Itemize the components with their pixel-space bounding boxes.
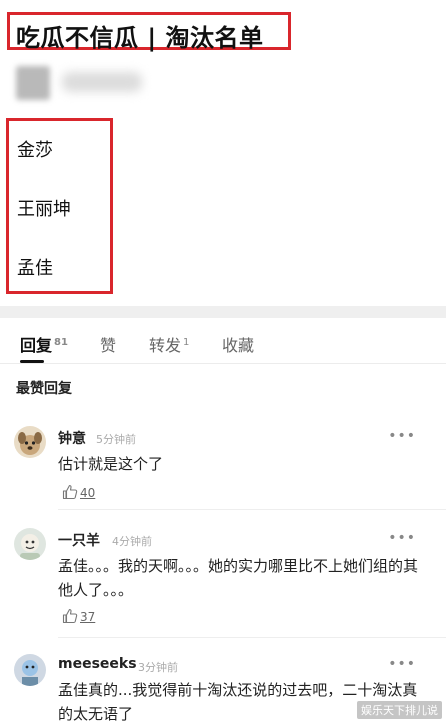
author-row[interactable] [16, 66, 146, 102]
cartoon-avatar-icon [14, 528, 46, 560]
section-title: 最赞回复 [16, 381, 72, 397]
tab-reposts[interactable]: 转发 1 [149, 332, 189, 356]
avatar[interactable] [14, 426, 46, 458]
comment-author[interactable]: meeseeks [58, 656, 137, 672]
more-options-icon[interactable]: ••• [388, 656, 416, 672]
author-avatar[interactable] [16, 66, 50, 100]
section-divider [0, 306, 446, 318]
tab-likes-label: 赞 [100, 336, 117, 355]
tab-favorites-label: 收藏 [222, 336, 255, 355]
comment-divider [58, 509, 446, 510]
dog-avatar-icon [14, 426, 46, 458]
avatar[interactable] [14, 654, 46, 686]
comment-text: 孟佳。。。我的天啊。。。她的实力哪里比不上她们组的其他人了。。。 [58, 557, 419, 599]
comment-item: 一只羊 4分钟前 ••• 孟佳。。。我的天啊。。。她的实力哪里比不上她们组的其他… [0, 522, 446, 638]
comment-text: 估计就是这个了 [58, 455, 164, 473]
tab-reposts-label: 转发 [149, 336, 182, 355]
comment-divider [58, 637, 446, 638]
comment-time: 4分钟前 [112, 535, 152, 548]
more-options-icon[interactable]: ••• [388, 428, 416, 444]
comment-time: 3分钟前 [138, 661, 178, 674]
tab-replies[interactable]: 回复 81 [20, 332, 68, 356]
comment-author[interactable]: 一只羊 [58, 530, 100, 550]
active-tab-indicator [20, 360, 44, 363]
character-avatar-icon [14, 654, 46, 686]
thumbs-up-icon [62, 608, 78, 624]
comment-author[interactable]: 钟意 [58, 428, 86, 448]
comment-item: 钟意 5分钟前 ••• 估计就是这个了 40 [0, 420, 446, 510]
comment-time: 5分钟前 [96, 433, 136, 446]
post-header: 吃瓜不信瓜 | 淘汰名单 金莎 王丽坤 孟佳 [0, 0, 446, 306]
comment-tabs: 回复 81 赞 转发 1 收藏 [0, 318, 446, 364]
list-item: 孟佳 [17, 258, 53, 279]
author-name-blurred[interactable] [62, 72, 142, 92]
watermark: 娱乐天下排儿说 [357, 701, 442, 719]
like-count: 40 [80, 486, 96, 500]
tab-likes[interactable]: 赞 [100, 332, 116, 356]
avatar[interactable] [14, 528, 46, 560]
tab-replies-label: 回复 [20, 336, 53, 355]
list-item: 王丽坤 [17, 199, 71, 220]
thumbs-up-icon [62, 484, 78, 500]
more-options-icon[interactable]: ••• [388, 530, 416, 546]
list-item: 金莎 [17, 140, 53, 161]
title-highlight-box: 吃瓜不信瓜 | 淘汰名单 [7, 12, 291, 52]
tab-favorites[interactable]: 收藏 [222, 332, 254, 356]
eliminated-list: 金莎 王丽坤 孟佳 [6, 118, 113, 294]
like-count: 37 [80, 610, 96, 624]
post-title: 吃瓜不信瓜 | 淘汰名单 [16, 24, 264, 52]
tab-reposts-count: 1 [183, 336, 190, 348]
tab-replies-count: 81 [54, 336, 68, 348]
